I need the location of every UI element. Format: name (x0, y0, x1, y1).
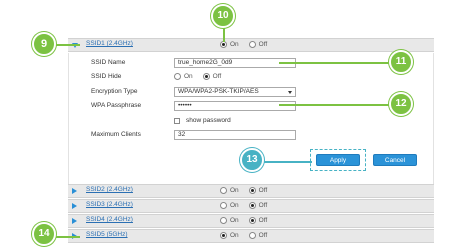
ssid2-off-radio[interactable]: Off (248, 187, 268, 194)
radio-selected-icon[interactable] (248, 187, 256, 194)
ssid2-toggle: On Off (220, 187, 267, 194)
ssid2-row[interactable]: SSID2 (2.4GHz) On Off (68, 184, 434, 198)
chevron-right-icon[interactable] (72, 218, 77, 224)
wpa-passphrase-input[interactable]: •••••• (174, 101, 296, 111)
encryption-type-select[interactable]: WPA/WPA2-PSK-TKIP/AES (174, 87, 296, 97)
ssid4-link[interactable]: SSID4 (2.4GHz) (86, 216, 133, 223)
radio-label: On (230, 202, 239, 209)
ssid1-row[interactable]: SSID1 (2.4GHz) On Off (68, 38, 434, 52)
callout-14-leader (56, 236, 80, 238)
ssid1-toggle: On Off (220, 41, 267, 48)
callout-9: 9 (32, 32, 56, 56)
radio-selected-icon[interactable] (220, 41, 227, 48)
radio-icon[interactable] (248, 232, 256, 239)
callout-13-leader (262, 161, 312, 163)
ssid-hide-off-radio[interactable]: Off (202, 73, 222, 80)
ssid2-link[interactable]: SSID2 (2.4GHz) (86, 186, 133, 193)
ssid5-link[interactable]: SSID5 (5GHz) (86, 231, 128, 238)
ssid5-on-radio[interactable]: On (220, 232, 239, 239)
maximum-clients-input[interactable]: 32 (174, 130, 296, 140)
ssid-name-input[interactable]: true_home2G_0d9 (174, 58, 296, 68)
callout-13: 13 (240, 148, 264, 172)
ssid-hide-label: SSID Hide (91, 73, 122, 80)
radio-label: On (184, 73, 193, 80)
wpa-passphrase-label: WPA Passphrase (91, 102, 142, 109)
ssid-hide-on-radio[interactable]: On (174, 73, 193, 80)
ssid5-row[interactable]: SSID5 (5GHz) On Off (68, 229, 434, 243)
show-password-checkbox[interactable] (174, 118, 180, 124)
wireless-settings-panel: SSID1 (2.4GHz) On Off SSID Name true_hom… (68, 38, 434, 243)
callout-11-leader (279, 62, 391, 64)
show-password-label: show password (186, 117, 231, 124)
chevron-right-icon[interactable] (72, 188, 77, 194)
radio-label: Off (212, 73, 222, 80)
radio-label: On (230, 41, 239, 48)
radio-label: Off (258, 217, 268, 224)
radio-label: On (230, 217, 239, 224)
callout-12: 12 (389, 92, 413, 116)
ssid1-on-radio[interactable]: On (220, 41, 239, 48)
ssid5-off-radio[interactable]: Off (248, 232, 268, 239)
callout-10: 10 (211, 4, 235, 28)
ssid2-on-radio[interactable]: On (220, 187, 239, 194)
radio-selected-icon[interactable] (248, 217, 256, 224)
callout-9-leader (56, 44, 80, 46)
ssid3-off-radio[interactable]: Off (248, 202, 268, 209)
callout-12-leader (279, 104, 391, 106)
radio-label: Off (258, 187, 268, 194)
radio-label: Off (258, 232, 268, 239)
radio-selected-icon[interactable] (202, 73, 210, 80)
radio-icon[interactable] (220, 202, 227, 209)
encryption-type-value: WPA/WPA2-PSK-TKIP/AES (178, 88, 259, 95)
radio-label: On (230, 187, 239, 194)
ssid4-toggle: On Off (220, 217, 267, 224)
radio-icon[interactable] (248, 41, 256, 48)
ssid1-link[interactable]: SSID1 (2.4GHz) (86, 40, 133, 47)
callout-11: 11 (389, 50, 413, 74)
ssid3-toggle: On Off (220, 202, 267, 209)
ssid3-row[interactable]: SSID3 (2.4GHz) On Off (68, 199, 434, 213)
radio-icon[interactable] (174, 73, 181, 80)
ssid3-on-radio[interactable]: On (220, 202, 239, 209)
ssid-name-label: SSID Name (91, 59, 126, 66)
ssid1-off-radio[interactable]: Off (248, 41, 268, 48)
radio-icon[interactable] (220, 217, 227, 224)
chevron-right-icon[interactable] (72, 203, 77, 209)
ssid3-link[interactable]: SSID3 (2.4GHz) (86, 201, 133, 208)
ssid5-toggle: On Off (220, 232, 267, 239)
radio-selected-icon[interactable] (220, 232, 227, 239)
encryption-type-label: Encryption Type (91, 88, 138, 95)
radio-label: Off (258, 41, 268, 48)
radio-selected-icon[interactable] (248, 202, 256, 209)
apply-button[interactable]: Apply (316, 154, 360, 166)
radio-icon[interactable] (220, 187, 227, 194)
ssid4-row[interactable]: SSID4 (2.4GHz) On Off (68, 214, 434, 228)
callout-14: 14 (32, 222, 56, 246)
maximum-clients-label: Maximum Clients (91, 131, 141, 138)
radio-label: Off (258, 202, 268, 209)
cancel-button[interactable]: Cancel (373, 154, 417, 166)
ssid-hide-toggle: On Off (174, 73, 221, 80)
ssid4-off-radio[interactable]: Off (248, 217, 268, 224)
radio-label: On (230, 232, 239, 239)
dropdown-arrow-icon[interactable] (288, 91, 292, 94)
ssid4-on-radio[interactable]: On (220, 217, 239, 224)
